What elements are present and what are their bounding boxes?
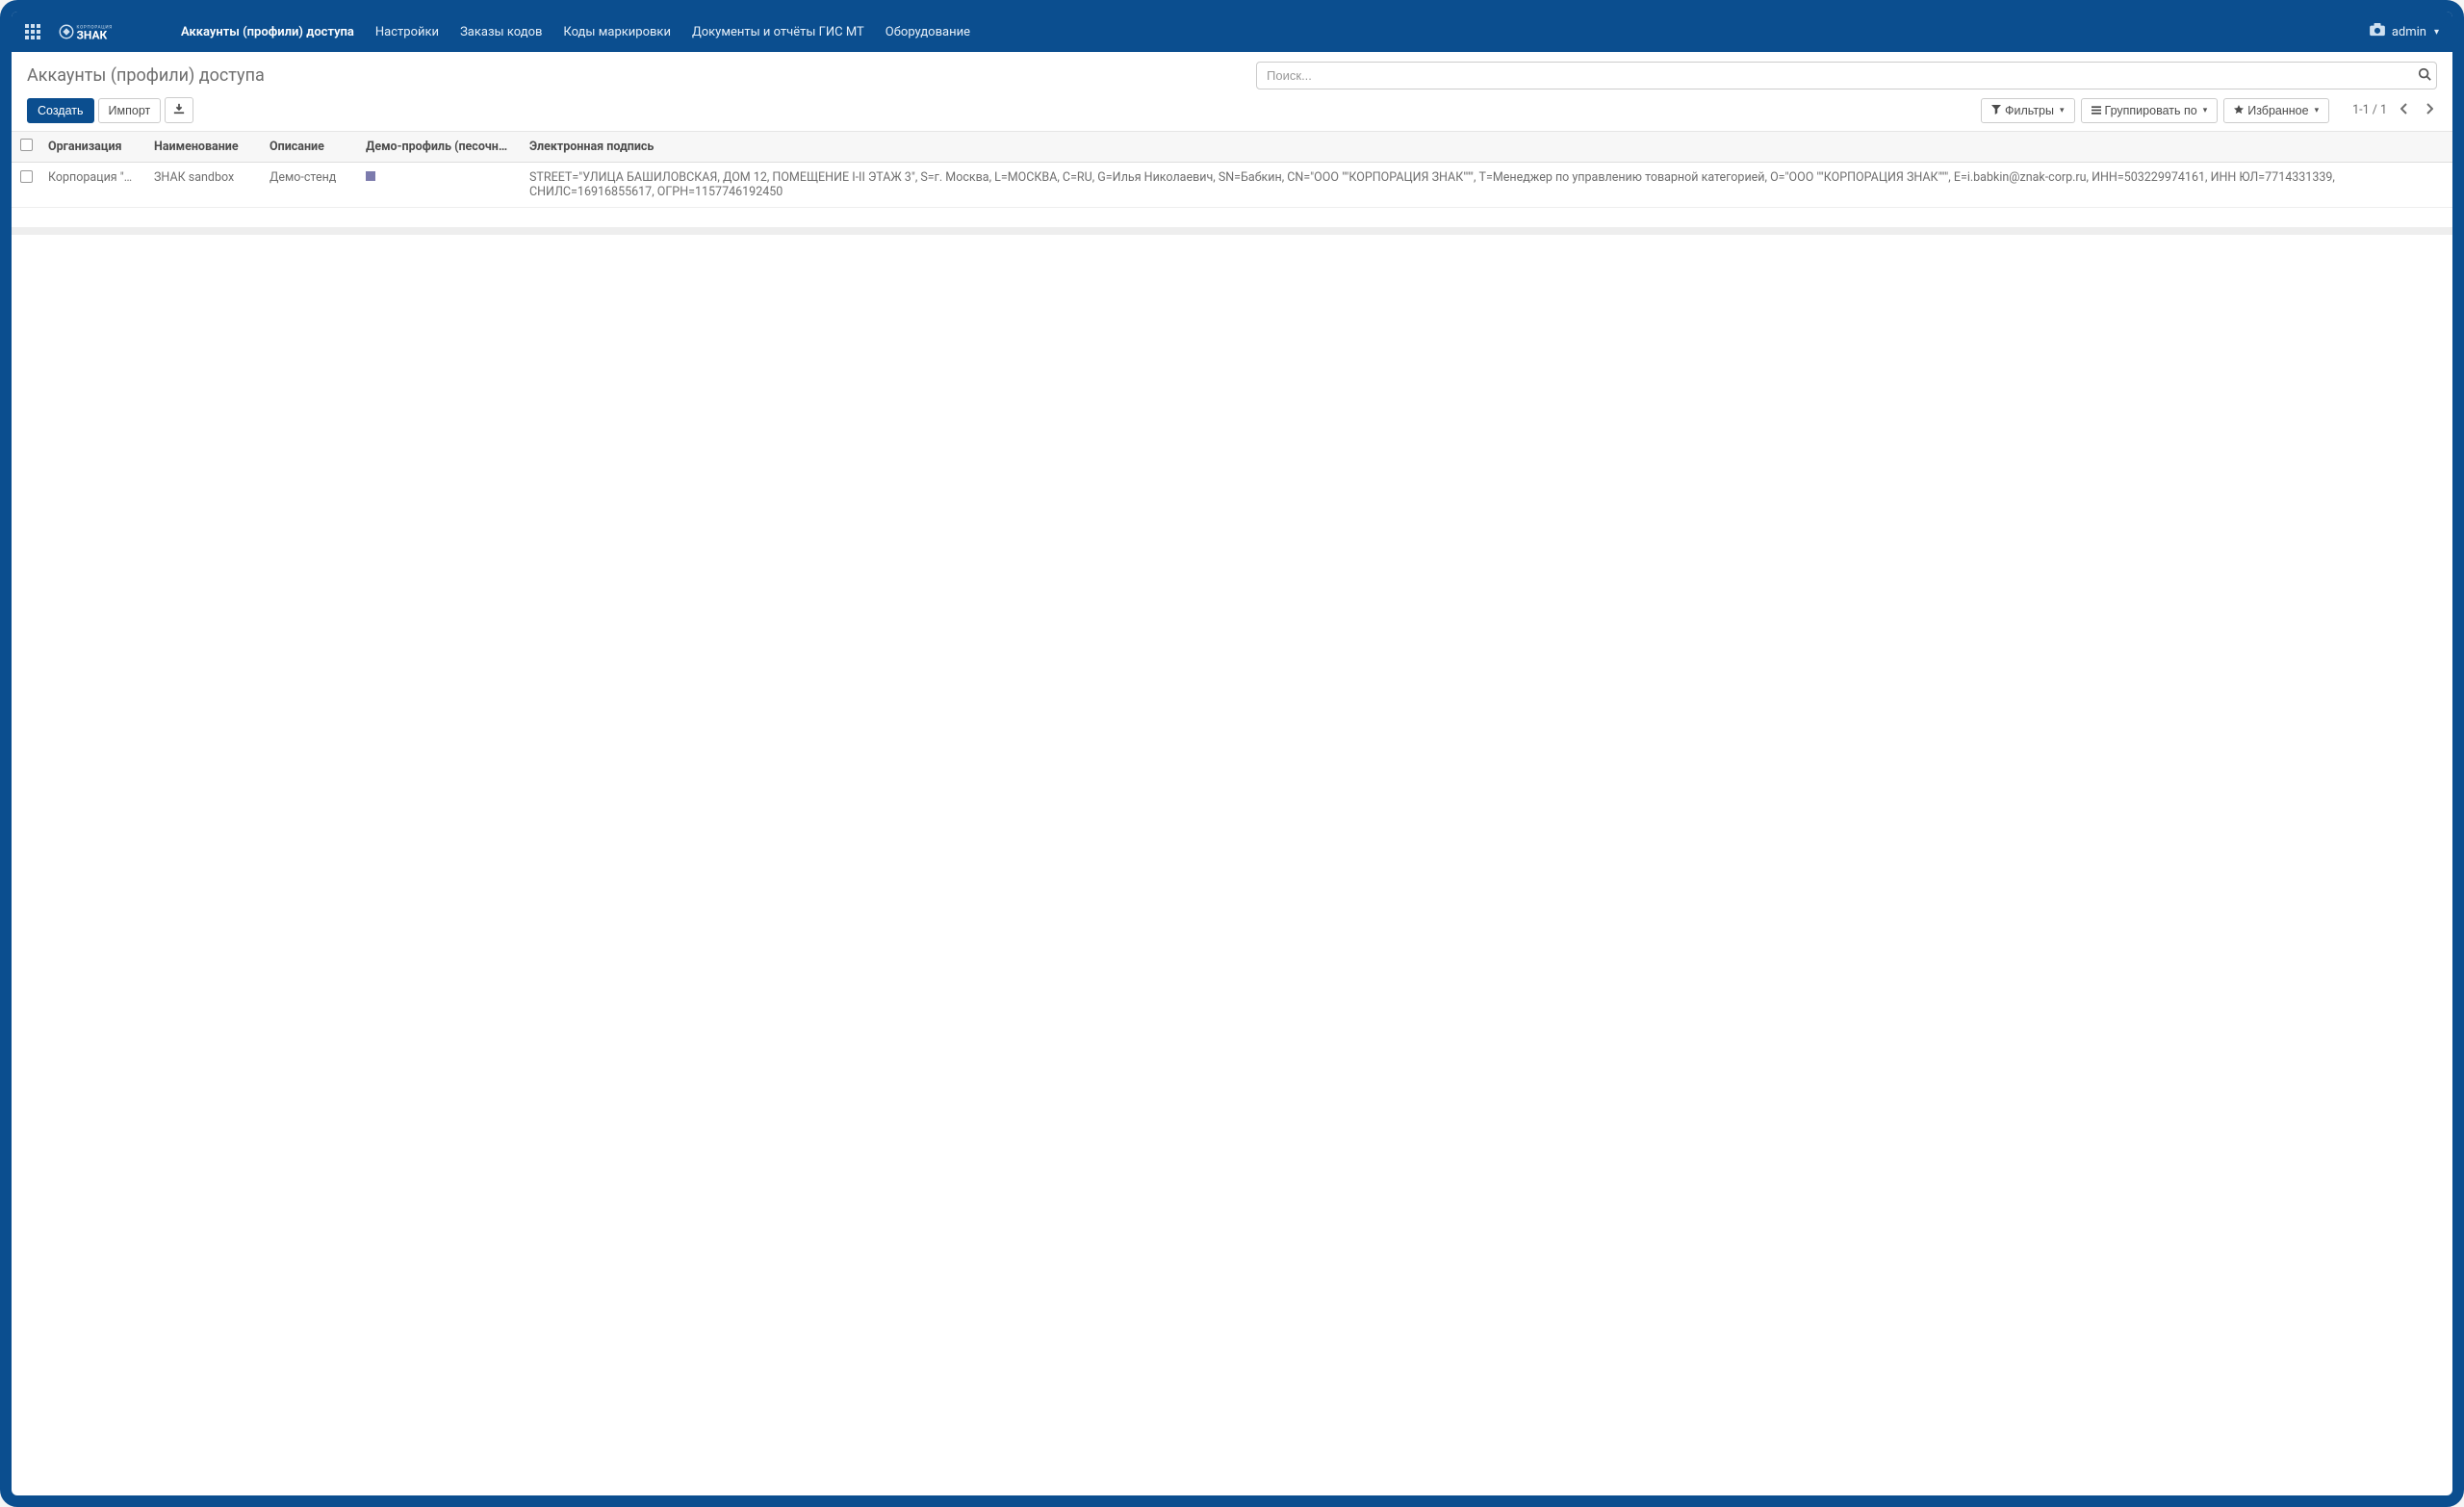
nav-item-settings[interactable]: Настройки <box>366 15 449 49</box>
search-input[interactable] <box>1256 62 2437 89</box>
col-header-org[interactable]: Организация <box>40 132 146 163</box>
demo-indicator-icon <box>366 171 375 181</box>
favorites-label: Избранное <box>2247 104 2308 117</box>
pager-next[interactable] <box>2422 101 2437 120</box>
row-checkbox[interactable] <box>20 170 33 183</box>
download-icon <box>173 103 185 117</box>
nav-item-marking-codes[interactable]: Коды маркировки <box>553 15 680 49</box>
cell-desc: Демо-стенд <box>262 163 358 208</box>
groupby-label: Группировать по <box>2105 104 2197 117</box>
filters-button[interactable]: Фильтры ▾ <box>1981 98 2075 123</box>
camera-icon <box>2369 23 2386 40</box>
create-button[interactable]: Создать <box>27 98 94 123</box>
list-view: Организация Наименование Описание Демо-п… <box>12 132 2452 235</box>
data-table: Организация Наименование Описание Демо-п… <box>12 132 2452 208</box>
user-name: admin <box>2392 25 2426 39</box>
list-icon <box>2092 104 2101 117</box>
funnel-icon <box>1991 104 2001 117</box>
table-row[interactable]: Корпорация "Зн... ЗНАК sandbox Демо-стен… <box>12 163 2452 208</box>
select-all-checkbox[interactable] <box>20 139 33 151</box>
brand-name: ЗНАК <box>77 29 108 42</box>
col-header-demo[interactable]: Демо-профиль (песочница... <box>358 132 522 163</box>
pager-range: 1-1 / 1 <box>2352 103 2387 117</box>
import-button[interactable]: Импорт <box>98 98 162 123</box>
cell-signature: STREET="УЛИЦА БАШИЛОВСКАЯ, ДОМ 12, ПОМЕЩ… <box>522 163 2452 208</box>
favorites-button[interactable]: Избранное ▾ <box>2223 98 2329 123</box>
col-header-name[interactable]: Наименование <box>146 132 262 163</box>
control-panel: Аккаунты (профили) доступа Создать Импор… <box>12 52 2452 132</box>
download-button[interactable] <box>165 97 193 123</box>
nav-item-accounts[interactable]: Аккаунты (профили) доступа <box>171 15 364 49</box>
cell-org: Корпорация "Зн... <box>40 163 146 208</box>
breadcrumb: Аккаунты (профили) доступа <box>27 65 265 86</box>
chevron-down-icon: ▾ <box>2434 27 2439 38</box>
nav-item-code-orders[interactable]: Заказы кодов <box>450 15 552 49</box>
col-header-sig[interactable]: Электронная подпись <box>522 132 2452 163</box>
col-header-desc[interactable]: Описание <box>262 132 358 163</box>
cell-name: ЗНАК sandbox <box>146 163 262 208</box>
user-menu[interactable]: admin ▾ <box>2369 23 2439 40</box>
chevron-down-icon: ▾ <box>2315 105 2320 115</box>
chevron-down-icon: ▾ <box>2060 105 2065 115</box>
groupby-button[interactable]: Группировать по ▾ <box>2081 98 2219 123</box>
brand-logo[interactable]: КОРПОРАЦИЯ ЗНАК <box>58 20 144 43</box>
pager-prev[interactable] <box>2397 101 2412 120</box>
filters-label: Фильтры <box>2005 104 2054 117</box>
apps-icon[interactable] <box>25 24 40 39</box>
star-icon <box>2234 104 2244 117</box>
search-icon[interactable] <box>2418 67 2431 85</box>
chevron-down-icon: ▾ <box>2203 105 2208 115</box>
table-header-row: Организация Наименование Описание Демо-п… <box>12 132 2452 163</box>
top-navbar: КОРПОРАЦИЯ ЗНАК Аккаунты (профили) досту… <box>12 12 2452 52</box>
nav-menu: Аккаунты (профили) доступа Настройки Зак… <box>171 15 2369 49</box>
cell-demo <box>358 163 522 208</box>
nav-item-gismt-docs[interactable]: Документы и отчёты ГИС МТ <box>682 15 874 49</box>
nav-item-equipment[interactable]: Оборудование <box>876 15 980 49</box>
